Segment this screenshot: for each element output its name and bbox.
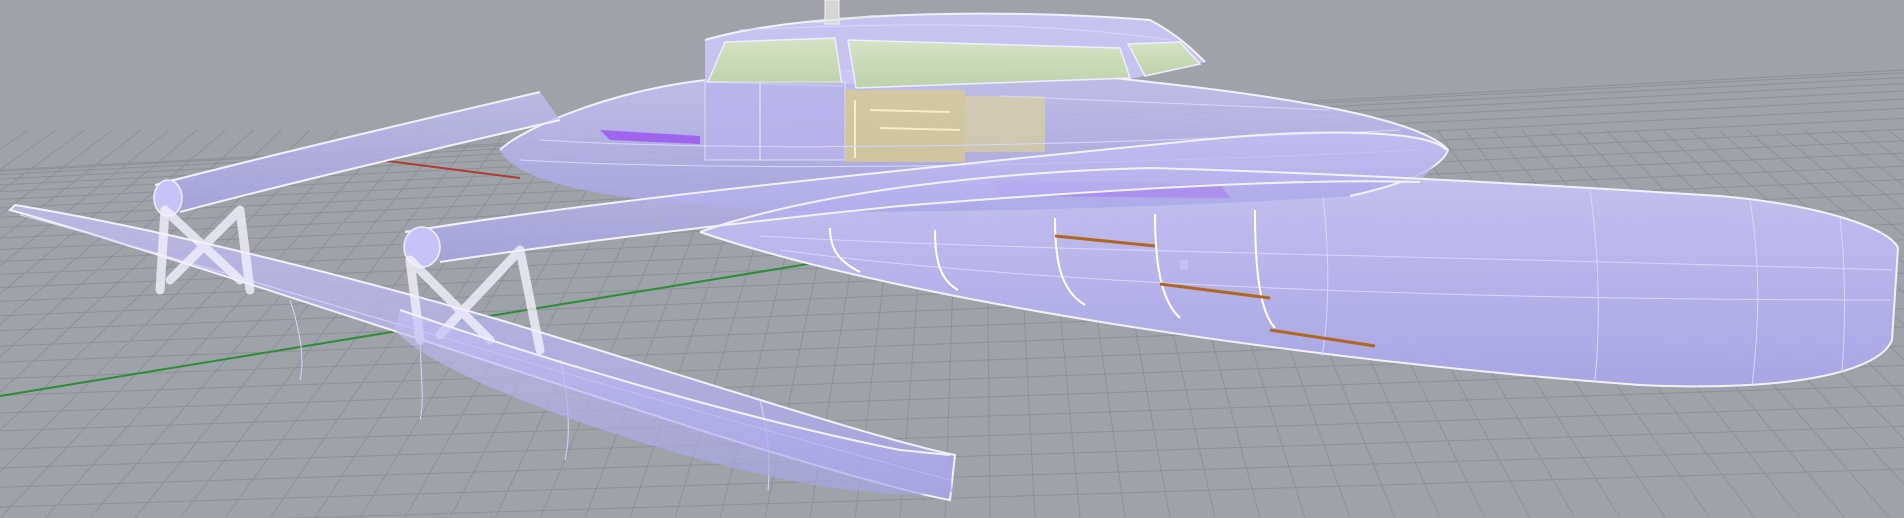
viewport-canvas[interactable] [0,0,1904,518]
rhino-3d-viewport[interactable] [0,0,1904,518]
